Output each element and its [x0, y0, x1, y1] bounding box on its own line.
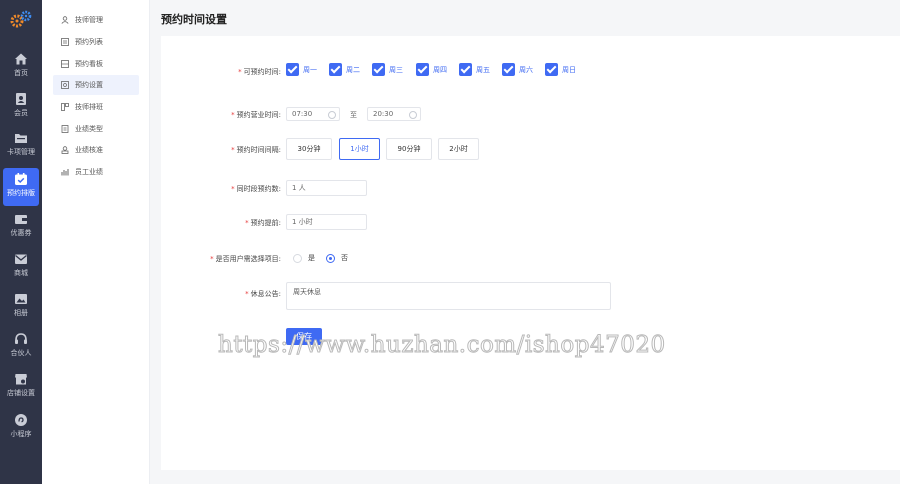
weekdays-row-label-wrap: * 可预约时间: — [161, 64, 281, 77]
advance-label: * 预约提前: — [245, 219, 281, 227]
weekday-checkbox-mon[interactable]: 周一 — [286, 63, 317, 76]
weekdays-label: * 可预约时间: — [238, 68, 281, 76]
schedule-icon — [61, 103, 69, 111]
submenu-label: 预约看板 — [75, 60, 103, 68]
rail-item-album[interactable]: 相册 — [0, 292, 42, 328]
approve-icon — [61, 146, 69, 154]
submenu-label: 预约设置 — [75, 81, 103, 89]
rail-item-mall[interactable]: 商城 — [0, 252, 42, 288]
advance-input[interactable]: 1 小时 — [286, 214, 367, 230]
gallery-icon — [15, 294, 27, 304]
gears-logo-icon — [10, 10, 32, 28]
rail-label: 店铺设置 — [7, 389, 35, 397]
chart-icon — [61, 169, 69, 176]
weekday-checkbox-fri[interactable]: 周五 — [459, 63, 490, 76]
page-title: 预约时间设置 — [161, 13, 227, 26]
weekday-checkbox-wed[interactable]: 周三 — [372, 63, 403, 76]
main-rail: 首页 会员 卡项管理 预约排版 优惠券 商城 相册 合伙人 店铺设置 小程序 — [0, 0, 42, 484]
mandatory-row-label-wrap: * 是否用户需选择项目: — [161, 254, 281, 267]
headset-icon — [15, 333, 27, 344]
mandatory-label: * 是否用户需选择项目: — [210, 255, 281, 263]
submenu-item-booking-board[interactable]: 预约看板 — [53, 54, 139, 74]
rail-item-coupon[interactable]: 优惠券 — [0, 212, 42, 248]
miniprogram-icon — [15, 414, 27, 426]
advance-row-label-wrap: * 预约提前: — [161, 218, 281, 231]
mail-icon — [15, 254, 27, 264]
watermark-text: https://www.huzhan.com/ishop47020 — [218, 332, 666, 359]
calendar-icon — [15, 173, 27, 185]
to-label: 至 — [350, 111, 357, 119]
rail-label: 会员 — [14, 109, 28, 117]
hours-row-label-wrap: * 预约营业时间: — [161, 110, 281, 123]
capacity-input[interactable]: 1 人 — [286, 180, 367, 196]
rail-label: 小程序 — [10, 430, 32, 438]
list-icon — [61, 38, 69, 46]
submenu-item-technician-schedule[interactable]: 技师排班 — [53, 97, 139, 117]
notice-label: * 休息公告: — [245, 290, 281, 298]
folder-icon — [15, 134, 27, 143]
interval-row-label-wrap: * 预约时间间隔: — [161, 145, 281, 158]
user-icon — [61, 16, 69, 24]
doc-icon — [61, 125, 69, 133]
submenu-label: 预约列表 — [75, 38, 103, 46]
rail-label: 预约排版 — [7, 189, 35, 197]
member-icon — [16, 93, 26, 105]
notice-textarea[interactable]: 周天休息 — [286, 282, 611, 310]
mandatory-radio-no[interactable]: 否 — [326, 253, 348, 263]
notice-row-label-wrap: * 休息公告: — [161, 289, 281, 302]
capacity-row-label-wrap: * 同时段预约数: — [161, 184, 281, 197]
interval-label: * 预约时间间隔: — [231, 146, 281, 154]
rail-item-member[interactable]: 会员 — [0, 92, 42, 128]
submenu-label: 技师排班 — [75, 103, 103, 111]
interval-option-1h[interactable]: 1小时 — [339, 138, 380, 160]
weekday-checkbox-thu[interactable]: 周四 — [416, 63, 447, 76]
submenu-label: 业绩核准 — [75, 146, 103, 154]
submenu-label: 员工业绩 — [75, 168, 103, 176]
submenu-item-booking-list[interactable]: 预约列表 — [53, 32, 139, 52]
rail-label: 卡项管理 — [7, 148, 35, 156]
submenu-item-booking-settings[interactable]: 预约设置 — [53, 75, 139, 95]
rail-item-booking[interactable]: 预约排版 — [3, 168, 39, 206]
submenu-label: 技师管理 — [75, 16, 103, 24]
start-time-input[interactable]: 07:30 — [286, 107, 340, 121]
wallet-icon — [15, 215, 27, 224]
sub-menu: 技师管理 预约列表 预约看板 预约设置 技师排班 业绩类型 业绩核准 员工业绩 — [42, 0, 150, 484]
submenu-item-staff-performance[interactable]: 员工业绩 — [53, 162, 139, 182]
weekday-checkbox-sun[interactable]: 周日 — [545, 63, 576, 76]
weekday-checkbox-sat[interactable]: 周六 — [502, 63, 533, 76]
interval-option-30min[interactable]: 30分钟 — [286, 138, 332, 160]
rail-item-card-management[interactable]: 卡项管理 — [0, 131, 42, 167]
capacity-label: * 同时段预约数: — [231, 185, 281, 193]
rail-label: 首页 — [14, 69, 28, 77]
clock-icon — [328, 111, 336, 119]
rail-label: 相册 — [14, 309, 28, 317]
booking-settings-form: * 可预约时间: 周一 周二 周三 周四 周五 周六 周日 * 预约营业时间: 07… — [161, 36, 900, 470]
interval-option-2h[interactable]: 2小时 — [438, 138, 479, 160]
clock-icon — [409, 111, 417, 119]
board-icon — [61, 60, 69, 68]
home-icon — [15, 53, 27, 65]
rail-item-mini-program[interactable]: 小程序 — [0, 413, 42, 449]
settings-icon — [61, 81, 69, 89]
hours-label: * 预约营业时间: — [231, 111, 281, 119]
rail-label: 合伙人 — [10, 349, 32, 357]
rail-label: 商城 — [14, 269, 28, 277]
rail-item-home[interactable]: 首页 — [0, 52, 42, 88]
submenu-item-technician[interactable]: 技师管理 — [53, 10, 139, 30]
submenu-label: 业绩类型 — [75, 125, 103, 133]
interval-option-90min[interactable]: 90分钟 — [386, 138, 432, 160]
submenu-item-performance-type[interactable]: 业绩类型 — [53, 119, 139, 139]
store-icon — [15, 374, 27, 385]
rail-label: 优惠券 — [10, 229, 32, 237]
weekday-checkbox-tue[interactable]: 周二 — [329, 63, 360, 76]
submenu-item-performance-approval[interactable]: 业绩核准 — [53, 140, 139, 160]
end-time-input[interactable]: 20:30 — [367, 107, 421, 121]
rail-item-store-settings[interactable]: 店铺设置 — [0, 372, 42, 408]
mandatory-radio-yes[interactable]: 是 — [293, 253, 315, 263]
rail-item-partner[interactable]: 合伙人 — [0, 332, 42, 368]
